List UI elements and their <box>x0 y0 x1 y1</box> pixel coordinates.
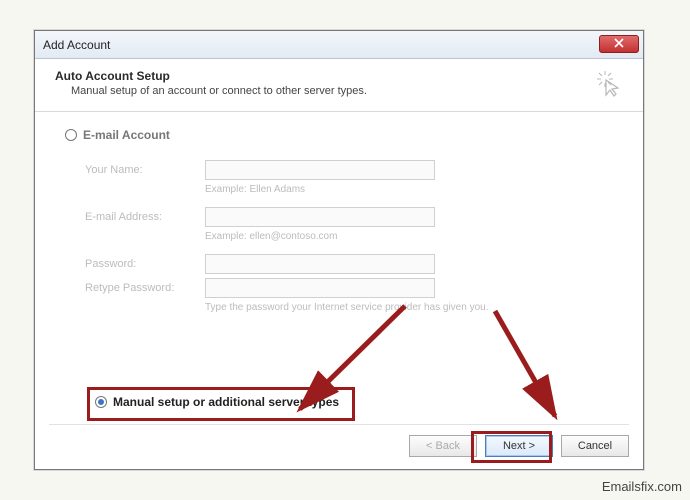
radio-manual-setup[interactable]: Manual setup or additional server types <box>95 395 339 409</box>
add-account-window: Add Account Auto Account Setup Manual se… <box>34 30 644 470</box>
radio-email-label: E-mail Account <box>83 128 170 142</box>
radio-icon <box>65 129 77 141</box>
window-title: Add Account <box>43 38 110 52</box>
radio-icon <box>95 396 107 408</box>
close-button[interactable] <box>599 35 639 53</box>
cursor-sparkle-icon <box>595 69 623 100</box>
wizard-button-row: < Back Next > Cancel <box>49 424 629 457</box>
your-name-hint: Example: Ellen Adams <box>205 184 435 195</box>
email-address-label: E-mail Address: <box>85 207 195 227</box>
watermark: Emailsfix.com <box>602 479 682 494</box>
radio-email-account[interactable]: E-mail Account <box>65 128 613 142</box>
email-address-input <box>205 207 435 227</box>
next-button[interactable]: Next > <box>485 435 553 457</box>
cancel-button[interactable]: Cancel <box>561 435 629 457</box>
email-address-hint: Example: ellen@contoso.com <box>205 231 435 242</box>
retype-password-input <box>205 278 435 298</box>
password-hint: Type the password your Internet service … <box>205 302 435 313</box>
header-subtext: Manual setup of an account or connect to… <box>71 85 623 97</box>
back-button: < Back <box>409 435 477 457</box>
close-icon <box>614 37 624 51</box>
password-label: Password: <box>85 254 195 274</box>
your-name-label: Your Name: <box>85 160 195 180</box>
header-heading: Auto Account Setup <box>55 69 623 83</box>
your-name-input <box>205 160 435 180</box>
password-input <box>205 254 435 274</box>
annotation-arrow-icon <box>485 306 585 426</box>
retype-password-label: Retype Password: <box>85 278 195 298</box>
radio-manual-label: Manual setup or additional server types <box>113 395 339 409</box>
email-form: Your Name: Example: Ellen Adams E-mail A… <box>85 160 613 321</box>
wizard-body: E-mail Account Your Name: Example: Ellen… <box>35 112 643 321</box>
titlebar: Add Account <box>35 31 643 59</box>
wizard-header: Auto Account Setup Manual setup of an ac… <box>35 59 643 112</box>
